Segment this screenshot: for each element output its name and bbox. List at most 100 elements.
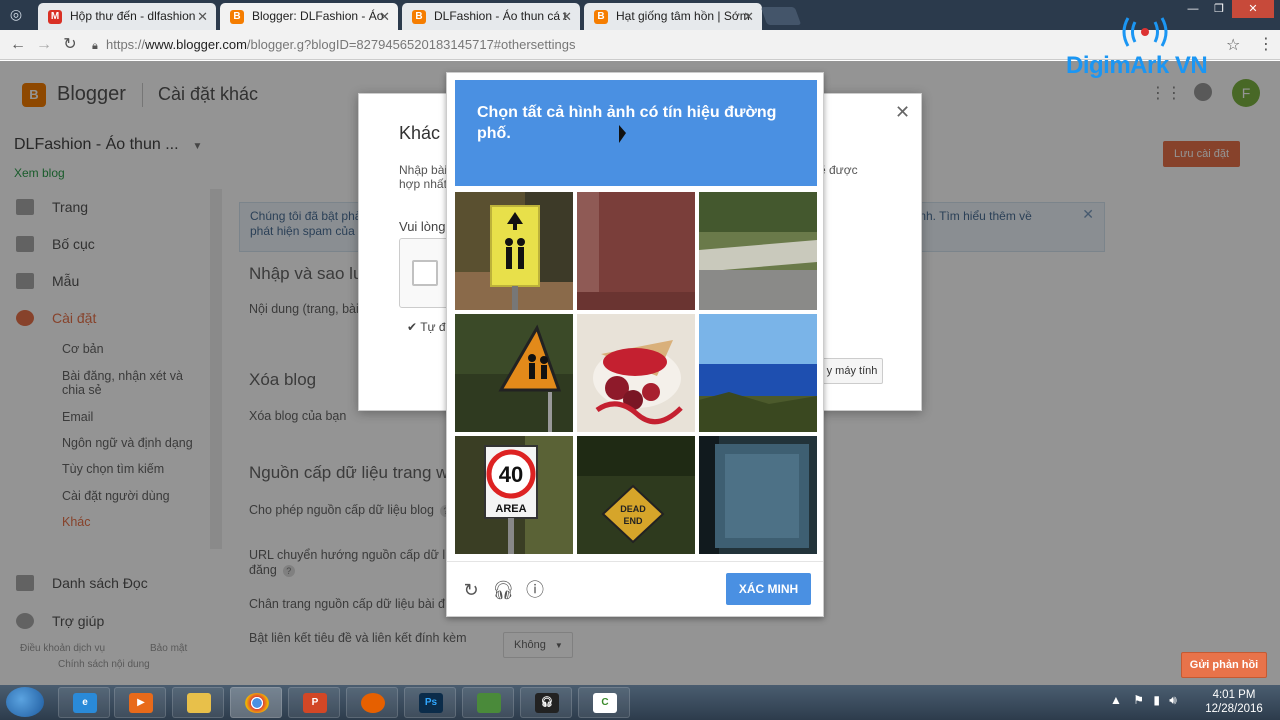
mouse-cursor-icon <box>619 124 626 148</box>
reload-icon[interactable]: ↻ <box>60 35 80 55</box>
taskbar-camtasia[interactable]: C <box>578 687 630 718</box>
taskbar-powerpoint[interactable]: P <box>288 687 340 718</box>
tab-title: Hộp thư đến - dlfashion <box>70 9 196 23</box>
captcha-image-grid: 40 AREA DEAD END <box>455 192 817 554</box>
browser-tab-blogger-settings[interactable]: B Blogger: DLFashion - Áo ✕ <box>220 3 398 30</box>
folder-icon <box>187 693 211 713</box>
internet-explorer-icon: e <box>73 693 97 713</box>
forward-arrow-icon[interactable]: → <box>34 35 54 55</box>
captcha-tile-red-wall[interactable] <box>577 192 695 310</box>
check-icon: ✔ <box>407 320 418 334</box>
dialog-action-button[interactable]: y máy tính <box>821 358 883 384</box>
start-button[interactable] <box>6 687 44 717</box>
url-scheme: https:// <box>106 37 146 52</box>
captcha-tile-children-warning-sign[interactable] <box>455 314 573 432</box>
tab-close-icon[interactable]: ✕ <box>197 3 208 30</box>
dialog-title: Khác <box>399 123 441 143</box>
window-controls: — ❐ ✕ <box>1180 0 1274 20</box>
dead-end-text-2: END <box>623 516 643 526</box>
headphones-icon[interactable]: 🎧︎ <box>492 579 515 601</box>
incognito-icon: ◎ <box>9 6 23 22</box>
new-tab-button[interactable] <box>760 7 802 25</box>
back-arrow-icon[interactable]: ← <box>8 35 28 55</box>
dialog-prompt: Vui lòng <box>399 219 446 234</box>
taskbar-app-chart[interactable] <box>462 687 514 718</box>
gmail-icon: M <box>48 10 62 24</box>
taskbar-media-player[interactable]: ▶ <box>114 687 166 718</box>
taskbar-firefox[interactable] <box>346 687 398 718</box>
dialog-text-line2: hợp nhất <box>399 177 447 191</box>
instruction-prefix: Chọn tất cả hình ảnh có <box>477 104 663 121</box>
taskbar-audio-recorder[interactable]: 🎧︎ <box>520 687 572 718</box>
browser-tab-gmail[interactable]: M Hộp thư đến - dlfashion ✕ <box>38 3 216 30</box>
captcha-tile-blurry-sign[interactable] <box>699 436 817 554</box>
verify-button[interactable]: XÁC MINH <box>726 573 811 605</box>
taskbar-clock[interactable]: 4:01 PM 12/28/2016 <box>1200 688 1268 716</box>
browser-tab-strip: ◎ M Hộp thư đến - dlfashion ✕ B Blogger:… <box>0 0 1280 30</box>
clock-time: 4:01 PM <box>1212 689 1256 701</box>
browser-tab-hat-giong[interactable]: B Hạt giống tâm hồn | Sớm ✕ <box>584 3 762 30</box>
show-hidden-icons-icon[interactable]: ▲ <box>1110 693 1122 707</box>
info-icon[interactable]: ⓘ <box>524 579 546 601</box>
powerpoint-icon: P <box>303 693 327 713</box>
broadcast-signal-icon <box>1122 17 1168 47</box>
instruction-suffix: . <box>506 125 511 142</box>
windows-taskbar: e ▶ P Ps 🎧︎ C ▲ ⚑ ▮ 🔊︎ 4:01 PM 12/28/201… <box>0 685 1280 720</box>
captcha-tile-grass-road[interactable] <box>699 192 817 310</box>
tab-title: Hạt giống tâm hồn | Sớm <box>616 9 750 23</box>
area-text: AREA <box>495 503 526 515</box>
captcha-footer: ↻ 🎧︎ ⓘ XÁC MINH <box>447 561 823 617</box>
captcha-tile-speed-limit-sign[interactable]: 40 AREA <box>455 436 573 554</box>
url-path: /blogger.g?blogID=8279456520183145717#ot… <box>246 37 576 52</box>
taskbar-explorer[interactable] <box>172 687 224 718</box>
close-window-icon[interactable]: ✕ <box>1232 0 1274 18</box>
speed-limit-text: 40 <box>499 462 523 487</box>
captcha-instruction: Chọn tất cả hình ảnh có tín hiệu đường p… <box>455 80 817 186</box>
dialog-close-icon[interactable]: ✕ <box>895 102 910 123</box>
watermark-text: DigimArk VN <box>1066 52 1208 79</box>
clock-date: 12/28/2016 <box>1205 703 1263 715</box>
dead-end-text-1: DEAD <box>620 504 646 514</box>
taskbar-photoshop[interactable]: Ps <box>404 687 456 718</box>
reload-icon[interactable]: ↻ <box>460 579 482 601</box>
dialog-text-right: ẽ được <box>819 163 858 177</box>
browser-tab-dlfashion[interactable]: B DLFashion - Áo thun cá t ✕ <box>402 3 580 30</box>
captcha-tile-ocean-coast[interactable] <box>699 314 817 432</box>
tab-close-icon[interactable]: ✕ <box>561 3 572 30</box>
captcha-tile-dessert[interactable] <box>577 314 695 432</box>
camtasia-icon: C <box>593 693 617 713</box>
tab-close-icon[interactable]: ✕ <box>379 3 390 30</box>
blogger-icon: B <box>230 10 244 24</box>
chrome-icon <box>245 693 269 713</box>
lock-icon: 🔒︎ <box>92 40 98 52</box>
system-tray: ▲ ⚑ ▮ 🔊︎ <box>1110 693 1177 708</box>
blogger-icon: B <box>594 10 608 24</box>
recaptcha-challenge: Chọn tất cả hình ảnh có tín hiệu đường p… <box>446 72 824 617</box>
tab-close-icon[interactable]: ✕ <box>743 3 754 30</box>
tab-title: Blogger: DLFashion - Áo <box>252 9 384 23</box>
maximize-icon[interactable]: ❐ <box>1206 0 1232 18</box>
photoshop-icon: Ps <box>419 693 443 713</box>
tab-title: DLFashion - Áo thun cá t <box>434 9 567 23</box>
bookmark-star-icon[interactable]: ☆ <box>1226 35 1240 55</box>
dialog-text-line1: Nhập bài <box>399 163 448 177</box>
network-icon[interactable]: ▮ <box>1153 693 1160 707</box>
recaptcha-checkbox[interactable] <box>412 260 438 286</box>
url-host: www.blogger.com <box>145 37 247 52</box>
captcha-tile-school-crossing-sign[interactable] <box>455 192 573 310</box>
firefox-icon <box>361 693 385 713</box>
headphones-icon: 🎧︎ <box>535 693 559 713</box>
blogger-icon: B <box>412 10 426 24</box>
volume-icon[interactable]: 🔊︎ <box>1169 693 1177 707</box>
taskbar-internet-explorer[interactable]: e <box>58 687 110 718</box>
minimize-icon[interactable]: — <box>1180 0 1206 18</box>
action-center-icon[interactable]: ⚑ <box>1133 693 1144 707</box>
auto-checkbox-text: Tự đ <box>420 320 446 334</box>
browser-menu-icon[interactable]: ⋮ <box>1258 34 1274 54</box>
auto-checkbox-label[interactable]: ✔ Tự đ <box>407 320 446 334</box>
taskbar-chrome[interactable] <box>230 687 282 718</box>
captcha-tile-dead-end-sign[interactable]: DEAD END <box>577 436 695 554</box>
send-feedback-button[interactable]: Gửi phản hồi <box>1181 652 1267 678</box>
media-player-icon: ▶ <box>129 693 153 713</box>
chart-app-icon <box>477 693 501 713</box>
